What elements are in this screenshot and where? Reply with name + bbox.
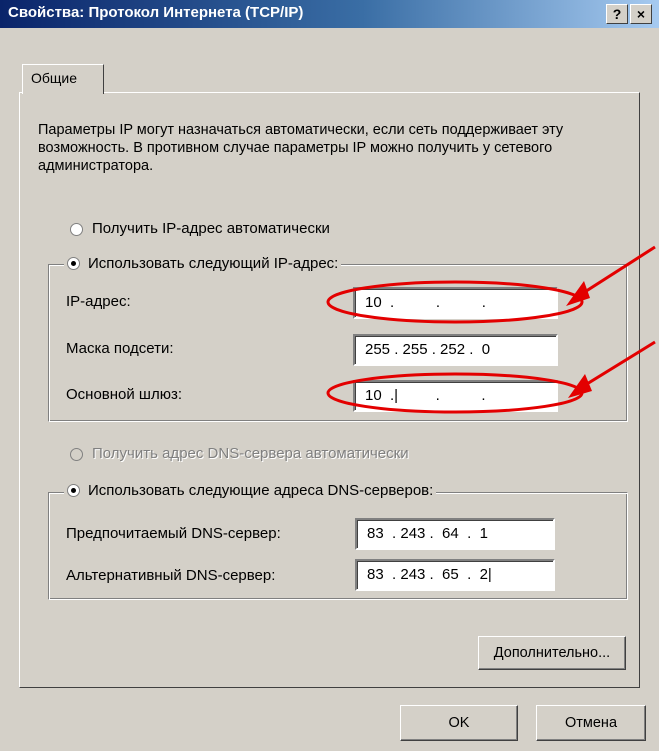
tab-general[interactable]: Общие — [22, 64, 104, 94]
ip-arrow-line — [579, 245, 656, 297]
gateway-highlight-ellipse — [326, 372, 584, 414]
gateway-arrow-line — [581, 340, 656, 389]
tcpip-properties-dialog: Свойства: Протокол Интернета (TCP/IP) ? … — [0, 0, 659, 751]
annotation-overlay — [326, 245, 656, 414]
tab-general-label: Общие — [31, 70, 78, 86]
ip-highlight-ellipse — [326, 280, 584, 324]
